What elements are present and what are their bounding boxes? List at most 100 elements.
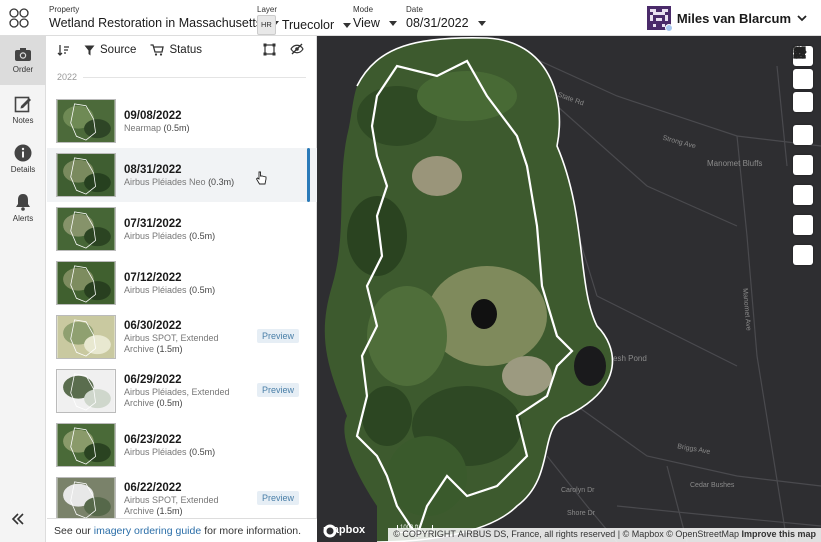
perspective-button[interactable] (793, 47, 813, 145)
image-resolution: (1.5m) (156, 506, 183, 516)
source-filter-label: Source (100, 44, 137, 56)
image-list-item[interactable]: 07/12/2022 Airbus Pléiades (0.5m) (47, 256, 317, 310)
image-date: 06/30/2022 (124, 320, 182, 332)
image-thumbnail (56, 153, 116, 197)
mode-value: View (353, 16, 380, 30)
improve-map-link[interactable]: Improve this map (741, 529, 816, 539)
preview-button[interactable]: Preview (256, 329, 299, 343)
road-label-shore-dr: Shore Dr (567, 510, 596, 517)
property-label: Property (49, 5, 80, 14)
nav-alerts[interactable]: Alerts (0, 183, 46, 232)
chevron-down-icon (388, 20, 397, 26)
panel-footer: See our imagery ordering guide for more … (47, 518, 317, 542)
nav-notes-label: Notes (12, 115, 34, 125)
attribution-text[interactable]: © COPYRIGHT AIRBUS DS, France, all right… (393, 529, 739, 539)
image-list: 09/08/2022 Nearmap (0.5m) 08/31/2022 Airbus… (47, 94, 317, 522)
image-list-item[interactable]: 07/31/2022 Airbus Pléiades (0.5m) (47, 202, 317, 256)
image-source: Airbus Pléiades (0.5m) (124, 231, 249, 242)
footer-text-post: for more information. (204, 524, 302, 537)
pond (471, 299, 497, 329)
road-label-carolyn-dr: Carolyn Dr (561, 487, 595, 494)
place-label-fresh-pond: esh Pond (613, 354, 647, 363)
mode-selector[interactable]: Mode View (353, 5, 397, 31)
sort-icon[interactable] (57, 44, 70, 56)
draw-polygon-button[interactable] (793, 46, 813, 265)
image-resolution: (0.5m) (189, 446, 216, 457)
user-name: Miles van Blarcum (676, 10, 791, 26)
image-source: Airbus Pléiades (0.5m) (124, 447, 249, 458)
chevron-down-icon (343, 22, 352, 28)
avatar (646, 6, 673, 32)
collapse-panel-icon[interactable] (11, 512, 25, 530)
toggle-visibility-button[interactable] (793, 46, 813, 205)
image-source: Airbus Pléiades, Extended Archive (0.5m) (124, 387, 249, 409)
left-nav: Order Notes Details Alerts (0, 36, 46, 542)
nav-alerts-label: Alerts (12, 213, 34, 223)
image-source-name: Nearmap (124, 122, 162, 133)
image-thumbnail (56, 369, 116, 413)
image-source: Airbus Pléiades (0.5m) (124, 285, 249, 296)
panel-toolbar: Source Status (47, 36, 316, 64)
date-label: Date (406, 5, 423, 14)
layer-selector[interactable]: Layer HR Truecolor (257, 5, 352, 35)
image-date: 08/31/2022 (124, 163, 182, 176)
image-source-name: Airbus Pléiades (124, 284, 187, 295)
image-date: 06/22/2022 (124, 482, 182, 494)
status-filter[interactable]: Status (150, 44, 202, 56)
date-value: 08/31/2022 (406, 16, 469, 30)
preview-button[interactable]: Preview (256, 491, 299, 505)
mapbox-logo[interactable]: mapbox (323, 524, 365, 538)
footer-text-pre: See our (54, 524, 91, 537)
image-resolution: (0.3m) (208, 176, 235, 187)
property-selector[interactable]: Property Wetland Restoration in Massachu… (49, 5, 280, 31)
mode-label: Mode (353, 5, 374, 14)
status-filter-label: Status (169, 44, 203, 56)
place-label-manomet-bluffs: Manomet Bluffs (707, 159, 763, 168)
zoom-out-button[interactable] (793, 46, 813, 89)
image-list-item[interactable]: 06/30/2022 Airbus SPOT, Extended Archive … (47, 310, 317, 364)
nav-details[interactable]: Details (0, 134, 46, 183)
footprint-icon[interactable] (263, 43, 276, 56)
zoom-to-fit-button[interactable] (793, 46, 813, 112)
hide-icon[interactable] (290, 43, 304, 55)
layer-label: Layer (257, 5, 278, 14)
image-list-item[interactable]: 09/08/2022 Nearmap (0.5m) (47, 94, 317, 148)
nav-notes[interactable]: Notes (0, 85, 46, 134)
image-list-item[interactable]: 08/31/2022 Airbus Pléiades Neo (0.3m) (47, 148, 317, 202)
cart-icon (150, 44, 165, 56)
layers-button[interactable] (793, 47, 813, 175)
layer-value: Truecolor (281, 18, 335, 32)
image-date: 06/23/2022 (124, 433, 182, 446)
nav-order[interactable]: Order (0, 36, 46, 85)
user-menu[interactable]: Miles van Blarcum (646, 6, 807, 32)
image-date: 07/31/2022 (124, 217, 182, 230)
image-source-name: Airbus Pléiades (124, 230, 187, 241)
image-thumbnail (56, 99, 116, 143)
image-thumbnail (56, 261, 116, 305)
image-resolution: (0.5m) (189, 230, 216, 241)
image-source: Airbus SPOT, Extended Archive (1.5m) (124, 495, 249, 517)
image-thumbnail (56, 207, 116, 251)
image-list-item[interactable]: 06/29/2022 Airbus Pléiades, Extended Arch… (47, 364, 317, 418)
image-source: Airbus SPOT, Extended Archive (1.5m) (124, 333, 249, 355)
status-dot (664, 24, 673, 32)
image-date: 07/12/2022 (124, 271, 182, 284)
nav-order-label: Order (12, 65, 34, 74)
app-logo-icon[interactable] (7, 6, 31, 30)
preview-button[interactable]: Preview (256, 383, 299, 397)
ordering-guide-link[interactable]: imagery ordering guide (94, 525, 201, 537)
year-label: 2022 (57, 72, 78, 82)
image-thumbnail (56, 315, 116, 359)
hand-cursor-icon (255, 171, 267, 185)
date-selector[interactable]: Date 08/31/2022 (406, 5, 486, 31)
map-view[interactable]: State Rd Strong Ave Manomet Bluffs Manom… (317, 36, 821, 542)
image-resolution: (0.5m) (163, 122, 190, 133)
image-list-item[interactable]: 06/23/2022 Airbus Pléiades (0.5m) (47, 418, 317, 472)
measure-button[interactable] (793, 46, 813, 235)
chevron-down-icon (797, 15, 807, 22)
image-list-item[interactable]: 06/22/2022 Airbus SPOT, Extended Archive … (47, 472, 317, 522)
bell-icon (16, 193, 30, 211)
image-source: Airbus Pléiades Neo (0.3m) (124, 177, 249, 188)
source-filter[interactable]: Source (84, 44, 136, 56)
image-resolution: (0.5m) (156, 398, 183, 408)
